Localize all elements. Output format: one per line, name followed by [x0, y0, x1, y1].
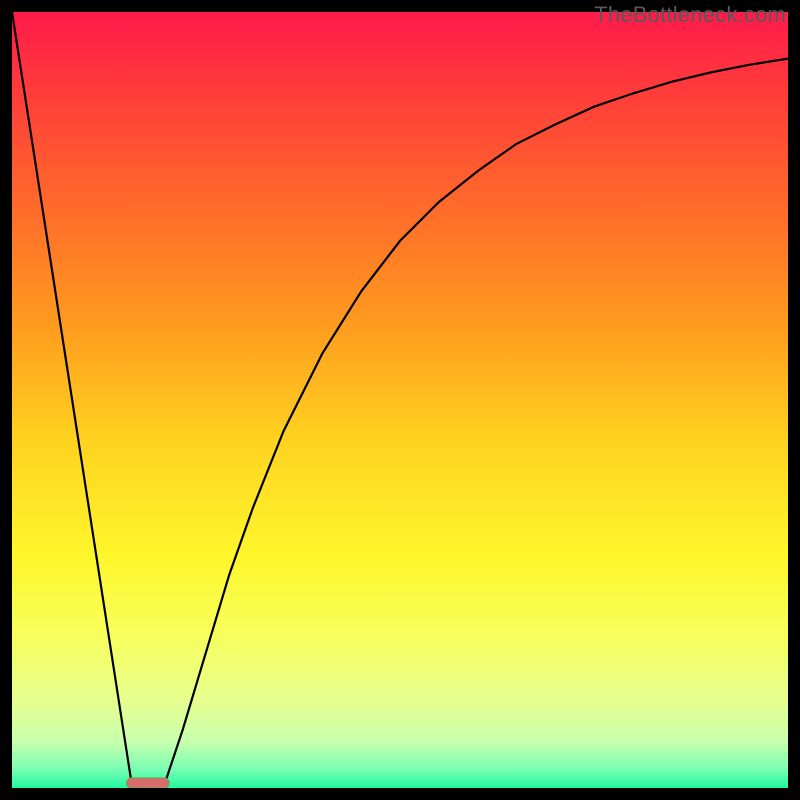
chart-background	[12, 12, 788, 788]
optimal-marker	[127, 778, 170, 788]
watermark-text: TheBottleneck.com	[594, 2, 786, 28]
bottleneck-chart	[12, 12, 788, 788]
